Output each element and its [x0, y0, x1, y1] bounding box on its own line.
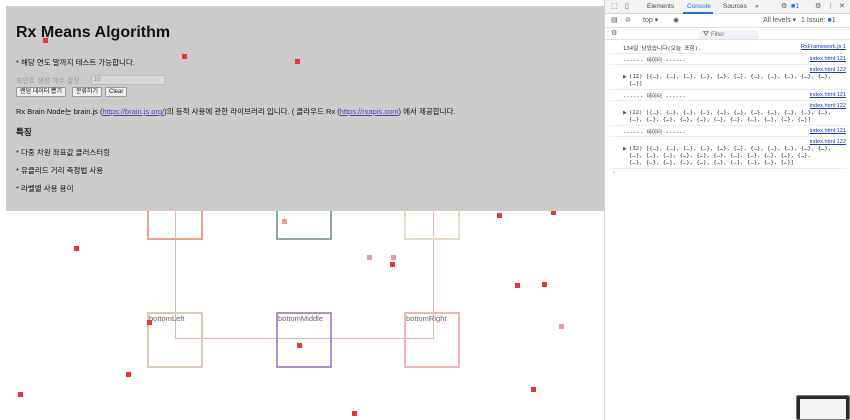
settings-icon[interactable]: ⚙: [781, 2, 787, 12]
data-point: [542, 282, 547, 287]
log-line: {…}, {…}, {…}, {…}, {…}, {…}, {…}, {…}, …: [629, 117, 811, 123]
data-point: [126, 372, 131, 377]
thumbnail-preview: [800, 399, 846, 419]
log-line: {…}, {…}, {…}, {…}, {…}, {…}, {…}, {…}, …: [629, 153, 811, 159]
divider: [609, 100, 847, 101]
devtools-panel: ⬚ ▯ Elements Console Sources » ⚙ ■1 ⚙ ⋮ …: [604, 0, 850, 420]
data-point: [515, 283, 520, 288]
console-toolbar: ▤ ⊘ top ▾ ◉ Filter ⛛ All levels ▾ 1 Issu…: [605, 14, 850, 40]
devtools-tabbar: ⬚ ▯ Elements Console Sources » ⚙ ■1 ⚙ ⋮ …: [605, 0, 850, 14]
console-prompt-icon[interactable]: ›: [613, 170, 615, 176]
log-line: ------ 데이터 ------: [623, 58, 686, 64]
data-point: [559, 324, 564, 329]
divider: [609, 125, 847, 126]
log-line: (12) [{…}, {…}, {…}, {…}, {…}, {…}, {…},…: [629, 74, 832, 80]
kebab-menu-icon[interactable]: ⋮: [827, 2, 834, 12]
feature-item: * 유클리드 거리 측정법 사용: [16, 166, 104, 175]
device-toggle-icon[interactable]: ▯: [625, 2, 629, 12]
web-page: topLefttopMiddletopRightmiddleLeftmiddle…: [0, 0, 604, 420]
description-suffix: ) 에서 제공합니다.: [398, 107, 456, 116]
screen: topLefttopMiddletopRightmiddleLeftmiddle…: [0, 0, 850, 420]
data-point: [297, 343, 302, 348]
point-count-input[interactable]: 10: [91, 75, 165, 85]
feature-item: * 라벨별 사용 용이: [16, 184, 74, 193]
more-tabs-icon[interactable]: »: [755, 3, 759, 10]
console-settings-row: ⚙: [605, 28, 850, 40]
log-line: (32) [{…}, {…}, {…}, {…}, {…}, {…}, {…},…: [629, 146, 832, 152]
classify-button[interactable]: 분류하기: [72, 87, 103, 97]
data-point: [147, 320, 152, 325]
console-settings-icon[interactable]: ⚙: [611, 29, 617, 39]
log-line: {…}, {…}, {…}, {…}, {…}, {…}, {…}, {…}, …: [629, 160, 795, 166]
log-line: {…}]: [629, 81, 643, 87]
window-thumbnail[interactable]: [796, 395, 850, 420]
data-point: [352, 411, 357, 416]
data-point: [18, 392, 23, 397]
data-point: [531, 387, 536, 392]
settings-gear-icon[interactable]: ⚙: [815, 2, 821, 12]
expand-arrow-icon[interactable]: ▶: [623, 110, 627, 116]
issues-count: 1: [831, 17, 836, 24]
cluster-label: bottomRight: [406, 314, 447, 323]
issues-label: 1 Issue:: [801, 17, 826, 24]
brain-js-link[interactable]: https://brain.js.org/: [103, 107, 165, 116]
log-source-link[interactable]: index.html:122: [810, 67, 846, 73]
divider: [609, 168, 847, 169]
data-point: [282, 219, 287, 224]
context-select-value: top: [643, 17, 653, 24]
point-count-label: 포인트 생성 개수 설정: [16, 78, 80, 85]
issues-button[interactable]: 1 Issue: ■1: [801, 16, 836, 26]
browser-note: * 해당 연도 말까지 테스트 가능합니다.: [16, 58, 135, 67]
log-source-link[interactable]: index.html:122: [810, 103, 846, 109]
tab-elements[interactable]: Elements: [647, 3, 674, 10]
data-point: [74, 246, 79, 251]
log-source-link[interactable]: RxFramework.js:1: [801, 44, 846, 50]
eye-icon[interactable]: ◉: [673, 16, 679, 26]
levels-select-value: All levels: [763, 17, 791, 24]
log-source-link[interactable]: index.html:121: [810, 128, 846, 134]
description: Rx Brain Node는 brain.js (https://brain.j…: [16, 106, 456, 117]
data-point: [182, 54, 187, 59]
clear-button[interactable]: Clear: [105, 87, 128, 97]
data-point: [295, 59, 300, 64]
divider: [609, 53, 847, 54]
log-source-link[interactable]: index.html:122: [810, 139, 846, 145]
log-line: ------ 데이터 ------: [623, 130, 686, 136]
close-icon[interactable]: ✕: [839, 2, 845, 12]
description-middle: )의 등적 사용에 관한 라이브러리 입니다. ( 클라우드 Rx (: [164, 107, 340, 116]
data-point: [391, 255, 396, 260]
page-title: Rx Means Algorithm: [16, 24, 171, 41]
sidebar-toggle-icon[interactable]: ▤: [611, 16, 618, 26]
data-point: [497, 213, 502, 218]
cluster-label: bottomMiddle: [278, 314, 324, 323]
log-line: 134일 남았습니다(오늘 포함).: [623, 46, 702, 52]
log-line: ------ 데이터 ------: [623, 94, 686, 100]
divider: [609, 89, 847, 90]
expand-arrow-icon[interactable]: ▶: [623, 146, 627, 152]
data-point: [390, 262, 395, 267]
tab-sources[interactable]: Sources: [723, 3, 747, 10]
context-select[interactable]: top ▾: [643, 16, 658, 26]
feature-item: * 다중 차원 좌표값 클러스터링: [16, 148, 111, 157]
expand-arrow-icon[interactable]: ▶: [623, 74, 627, 80]
description-prefix: Rx Brain Node는 brain.js (: [16, 107, 103, 116]
message-badge[interactable]: ■1: [791, 2, 799, 12]
divider: [609, 136, 847, 137]
data-point: [43, 38, 48, 43]
features-heading: 특징: [16, 127, 32, 137]
rxapis-link[interactable]: https://rxapis.com: [340, 107, 399, 116]
divider: [609, 64, 847, 65]
message-badge-count: 1: [795, 3, 800, 10]
log-source-link[interactable]: index.html:121: [810, 56, 846, 62]
random-data-button[interactable]: 랜덤 데이터 뽑기: [16, 87, 66, 97]
inspect-icon[interactable]: ⬚: [611, 2, 618, 12]
levels-select[interactable]: All levels ▾: [763, 16, 796, 26]
clear-console-icon[interactable]: ⊘: [625, 16, 631, 26]
log-source-link[interactable]: index.html:121: [810, 92, 846, 98]
tab-console[interactable]: Console: [687, 3, 711, 10]
data-point: [367, 255, 372, 260]
log-line: (22) [{…}, {…}, {…}, {…}, {…}, {…}, {…},…: [629, 110, 832, 116]
cluster-label: bottomLeft: [149, 314, 185, 323]
